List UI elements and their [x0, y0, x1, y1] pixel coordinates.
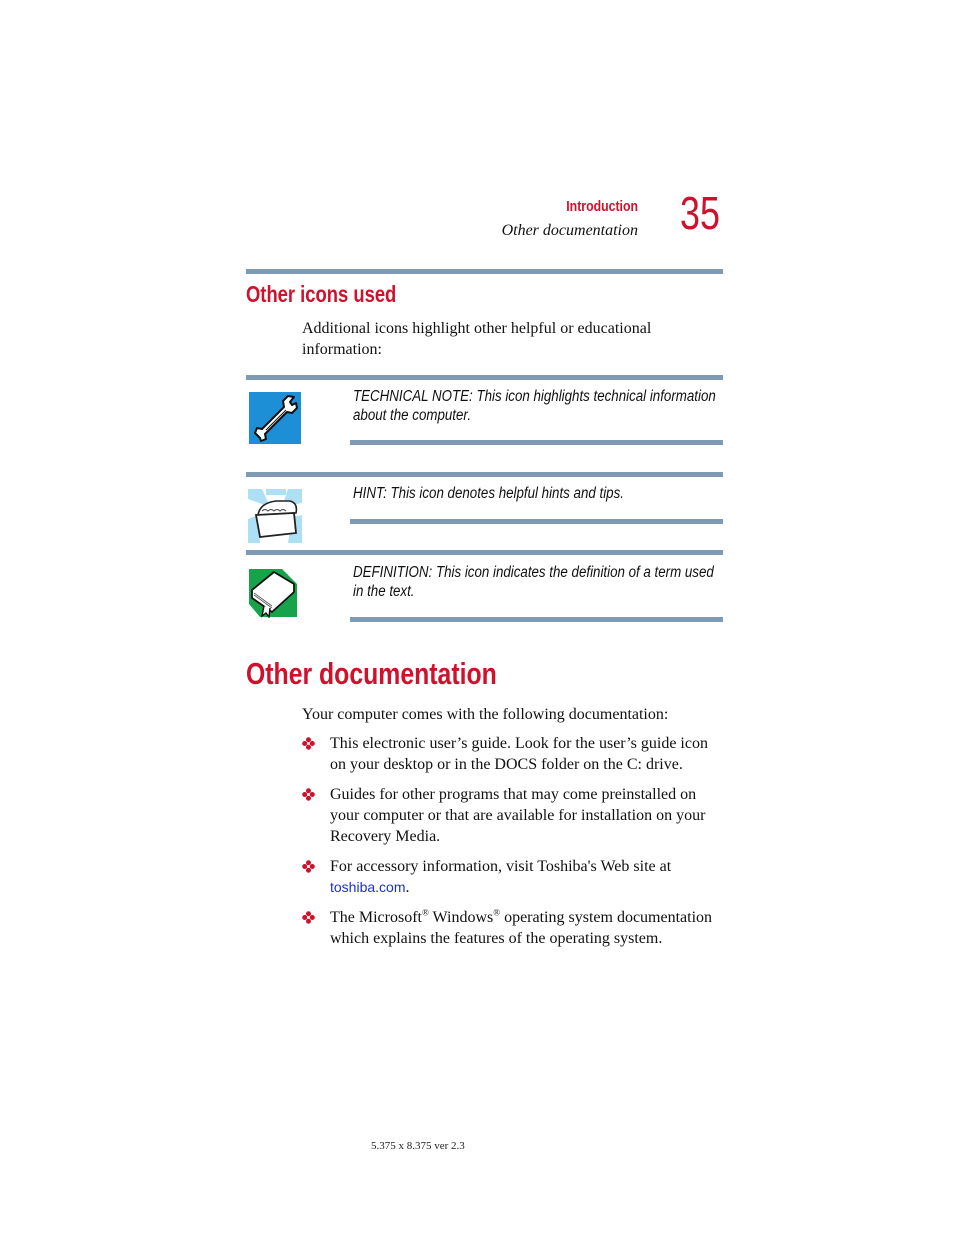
note-bottom-rule: [350, 519, 723, 524]
note-top-rule: [246, 472, 723, 477]
running-header-section: Introduction: [566, 198, 638, 215]
list-item: This electronic user’s guide. Look for t…: [302, 733, 727, 775]
section-heading-other-icons: Other icons used: [246, 281, 397, 307]
note-bottom-rule: [350, 440, 723, 445]
note-top-rule: [246, 375, 723, 380]
list-item-punctuation: .: [405, 879, 410, 896]
page-number: 35: [680, 187, 720, 239]
diamond-bullet-icon: [302, 860, 315, 873]
book-icon: [248, 568, 298, 619]
note-top-rule: [246, 550, 723, 555]
diamond-bullet-icon: [302, 788, 315, 801]
page-footer: 5.375 x 8.375 ver 2.3: [371, 1140, 465, 1152]
icons-intro-paragraph: Additional icons highlight other helpful…: [302, 320, 652, 358]
list-item-text: Windows: [428, 909, 494, 926]
note-technical-text: TECHNICAL NOTE: This icon highlights tec…: [353, 388, 716, 424]
list-item-text: For accessory information, visit Toshiba…: [330, 858, 672, 875]
diamond-bullet-icon: [302, 737, 315, 750]
diamond-bullet-icon: [302, 911, 315, 924]
section-divider: [246, 269, 723, 274]
list-item-text: Guides for other programs that may come …: [330, 786, 706, 845]
list-item: For accessory information, visit Toshiba…: [302, 856, 727, 898]
list-item-text: The Microsoft: [330, 909, 422, 926]
toshiba-website-link[interactable]: toshiba.com: [330, 879, 405, 895]
wrench-icon: [248, 391, 302, 445]
running-header-subsection: Other documentation: [501, 222, 638, 239]
list-item: The Microsoft® Windows® operating system…: [302, 907, 727, 949]
note-definition-text: DEFINITION: This icon indicates the defi…: [353, 564, 714, 600]
note-bottom-rule: [350, 617, 723, 622]
treasure-chest-icon: [248, 489, 302, 543]
docs-intro-paragraph: Your computer comes with the following d…: [302, 706, 669, 723]
list-item-text: This electronic user’s guide. Look for t…: [330, 735, 708, 773]
registered-mark: ®: [421, 907, 429, 918]
list-item: Guides for other programs that may come …: [302, 784, 727, 847]
documentation-list: This electronic user’s guide. Look for t…: [302, 733, 727, 958]
note-hint-text: HINT: This icon denotes helpful hints an…: [353, 485, 624, 502]
section-heading-other-documentation: Other documentation: [246, 656, 497, 691]
